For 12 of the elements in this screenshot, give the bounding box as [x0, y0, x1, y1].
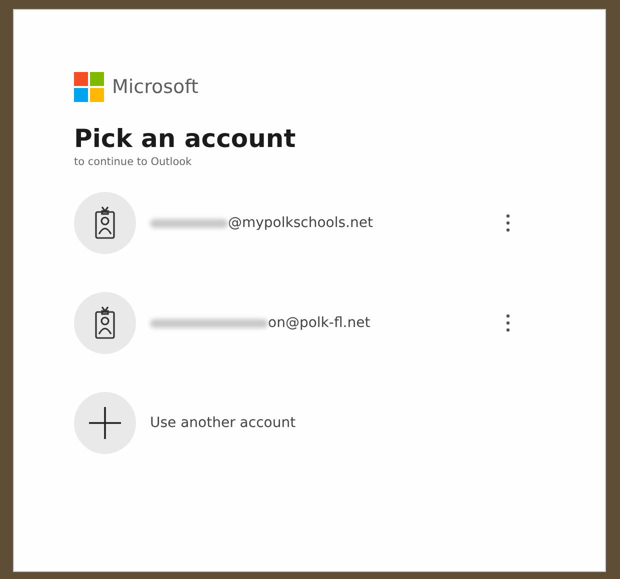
more-icon: [506, 214, 510, 232]
plus-icon: [88, 406, 122, 440]
id-badge-icon: [94, 306, 116, 340]
use-another-account-link[interactable]: Use another account: [150, 415, 296, 431]
account-email[interactable]: @mypolkschools.net: [228, 215, 373, 231]
more-icon: [506, 314, 510, 332]
brand-name: Microsoft: [112, 76, 198, 98]
account-email[interactable]: on@polk-fl.net: [268, 315, 370, 331]
subtitle: to continue to Outlook: [74, 156, 193, 168]
microsoft-logo-icon: [74, 72, 104, 102]
page-title: Pick an account: [74, 124, 297, 153]
id-badge-icon: [94, 206, 116, 240]
